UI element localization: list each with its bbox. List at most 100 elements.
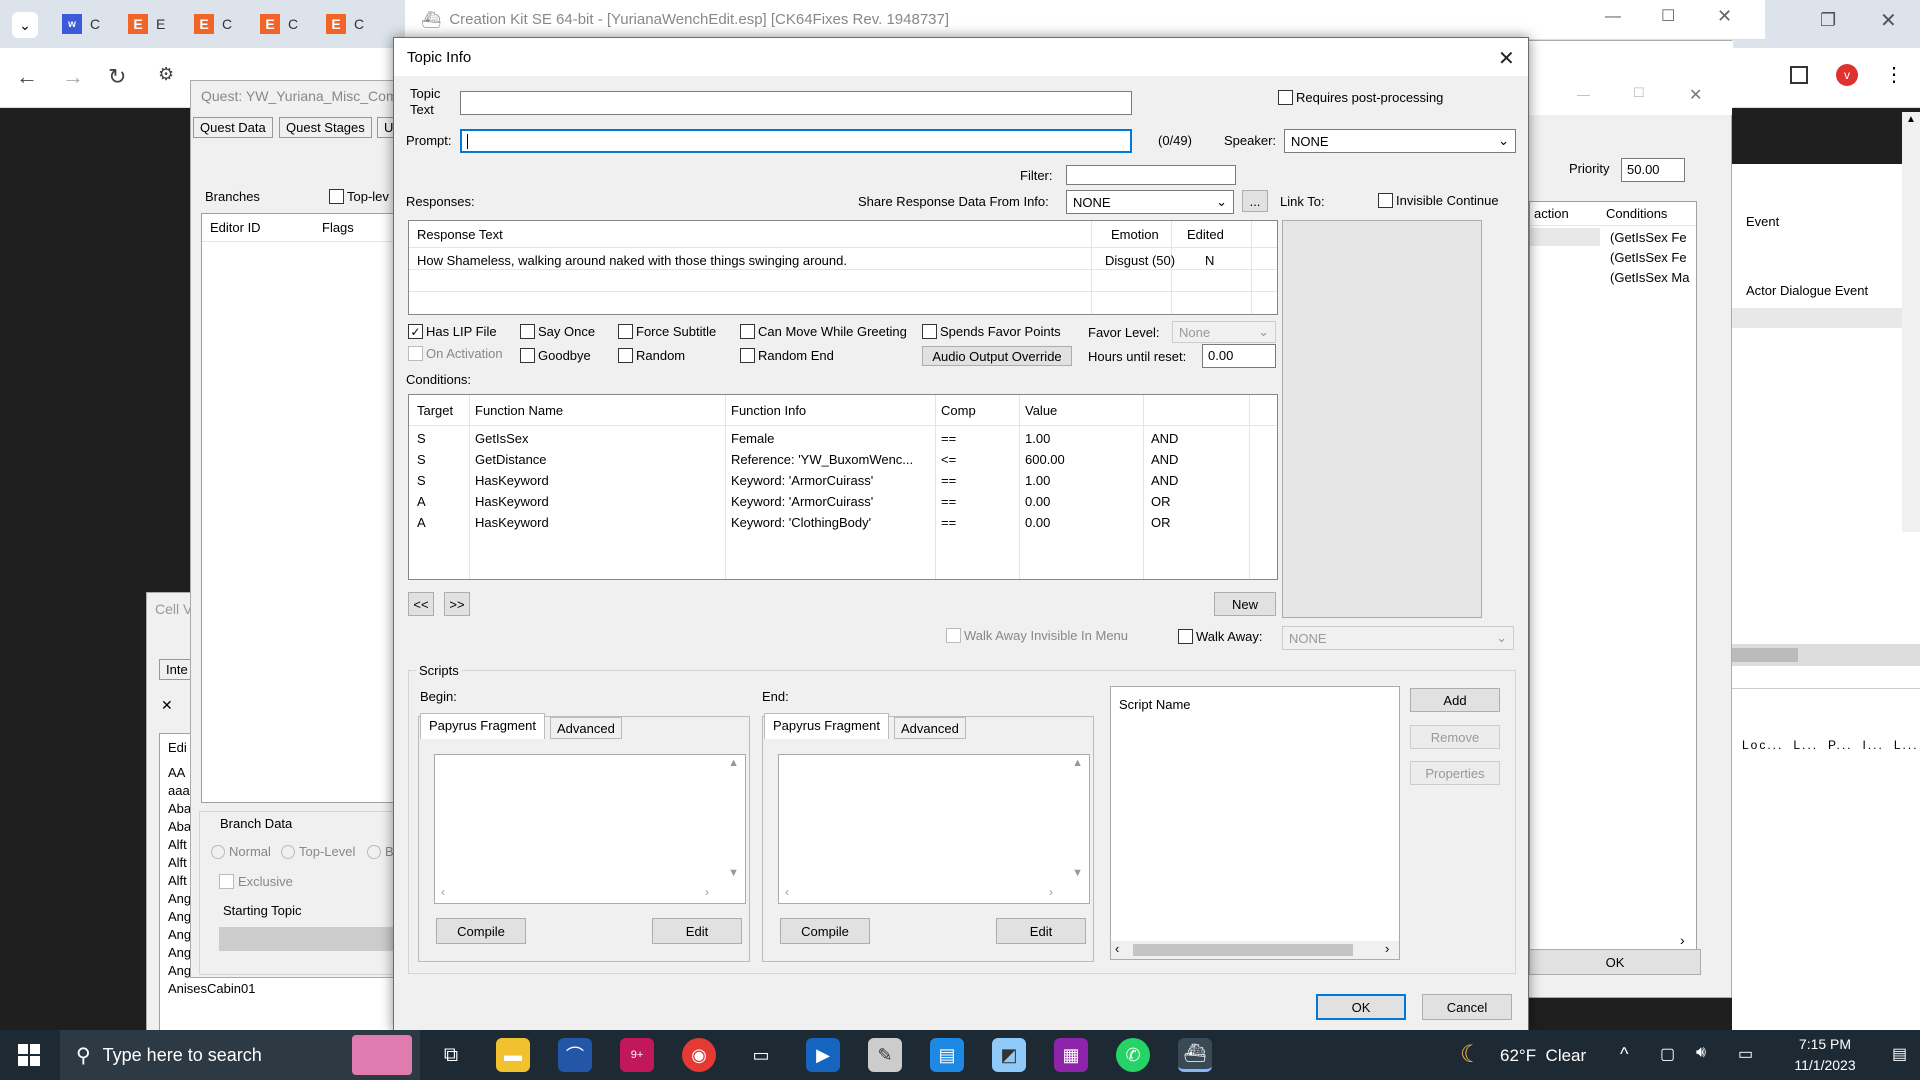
checkbox[interactable] [329,189,344,204]
browser-tab[interactable]: wC [52,8,118,40]
end-edit-button[interactable]: Edit [996,918,1086,944]
scrollbar-thumb[interactable] [1732,648,1798,662]
close-icon[interactable]: ✕ [161,697,173,714]
tab-advanced-end[interactable]: Advanced [894,717,966,739]
column-emotion[interactable]: Emotion [1111,227,1159,242]
checkbox[interactable] [618,348,633,363]
response-emotion-cell[interactable]: Disgust (50) [1105,253,1175,268]
move-down-button[interactable]: >> [444,592,470,616]
link-to-list[interactable] [1282,220,1482,618]
taskbar-search[interactable]: ⚲ Type here to search [60,1030,420,1080]
walk-away-invisible-check[interactable]: Walk Away Invisible In Menu [946,628,1128,643]
column-action[interactable]: action [1534,206,1569,221]
maximize-icon[interactable]: ☐ [1633,85,1645,101]
cond-comp-cell[interactable]: == [941,473,956,488]
cond-function-info-cell[interactable]: Reference: 'YW_BuxomWenc... [731,452,913,467]
app-icon[interactable]: ▤ [930,1038,964,1072]
site-info-icon[interactable]: ⚙ [158,64,174,85]
scrollbar[interactable]: ▲ [1902,112,1920,532]
checkbox[interactable] [1378,193,1393,208]
radio-toplevel[interactable]: Top-Level [281,844,355,859]
toplevel-check[interactable]: Top-lev [329,189,389,204]
on-activation-check[interactable]: On Activation [408,346,503,361]
chrome-icon[interactable]: ◉ [682,1038,716,1072]
close-icon[interactable]: ✕ [1717,6,1732,27]
tab-search-button[interactable]: ⌄ [12,12,38,38]
end-script-editor[interactable]: ▲ ▼ ‹ › [778,754,1090,904]
branches-list[interactable]: Editor ID Flags [201,213,421,803]
column-header[interactable]: L... [1793,738,1818,752]
column-function-info[interactable]: Function Info [731,403,806,418]
column-function-name[interactable]: Function Name [475,403,563,418]
walk-away-select[interactable]: NONE ⌄ [1282,626,1514,650]
scroll-up-icon[interactable]: ▲ [1072,757,1083,769]
extension-icon[interactable]: v [1836,64,1858,86]
cond-function-name-cell[interactable]: GetIsSex [475,431,528,446]
browser-tab[interactable]: EC [250,8,316,40]
priority-input[interactable]: 50.00 [1621,158,1685,182]
starting-topic-select[interactable] [219,927,419,951]
topic-text-input[interactable] [460,91,1132,115]
scroll-right-icon[interactable]: › [1049,885,1053,899]
tab-quest-stages[interactable]: Quest Stages [279,117,372,138]
checkbox[interactable] [520,324,535,339]
column-script-name[interactable]: Script Name [1119,697,1191,712]
creation-kit-icon[interactable]: ⛴ [1178,1038,1212,1072]
scroll-up-icon[interactable]: ▲ [728,757,739,769]
scrollbar-thumb[interactable] [1133,944,1353,956]
cond-function-name-cell[interactable]: HasKeyword [475,473,549,488]
app-icon[interactable]: ▭ [744,1038,778,1072]
task-view-icon[interactable]: ⧉ [434,1038,468,1072]
cond-function-name-cell[interactable]: HasKeyword [475,494,549,509]
scroll-down-icon[interactable]: ▼ [1072,867,1083,879]
cond-target-cell[interactable]: S [417,431,426,446]
scroll-left-icon[interactable]: ‹ [441,885,445,899]
maximize-icon[interactable]: ☐ [1661,6,1675,26]
begin-script-editor[interactable]: ▲ ▼ ‹ › [434,754,746,904]
conditions-list[interactable]: Target Function Name Function Info Comp … [408,394,1278,580]
scroll-left-icon[interactable]: ‹ [1115,941,1119,956]
goodbye-check[interactable]: Goodbye [520,348,591,363]
minimize-icon[interactable]: — [1577,87,1590,102]
hours-until-reset-input[interactable]: 0.00 [1202,344,1276,368]
end-compile-button[interactable]: Compile [780,918,870,944]
cond-operator-cell[interactable]: OR [1151,515,1171,530]
info-list[interactable]: action Conditions (GetIsSex Fe (GetIsSex… [1529,201,1697,953]
network-icon[interactable]: ▭ [1738,1044,1753,1064]
checkbox[interactable] [1278,90,1293,105]
column-header[interactable]: Edi [168,740,187,755]
back-icon[interactable]: ← [16,64,38,90]
checkbox[interactable] [946,628,961,643]
random-end-check[interactable]: Random End [740,348,834,363]
audio-output-override-button[interactable]: Audio Output Override [922,346,1072,366]
scroll-down-icon[interactable]: ▼ [728,867,739,879]
app-icon[interactable]: ✎ [868,1038,902,1072]
cond-function-info-cell[interactable]: Female [731,431,774,446]
chevron-up-icon[interactable]: ^ [1620,1044,1628,1065]
properties-button[interactable]: Properties [1410,761,1500,785]
cond-target-cell[interactable]: A [417,494,426,509]
checkbox[interactable] [740,348,755,363]
cond-function-info-cell[interactable]: Keyword: 'ClothingBody' [731,515,871,530]
ok-button[interactable]: OK [1529,949,1701,975]
restore-icon[interactable]: ❐ [1820,10,1836,31]
new-condition-button[interactable]: New [1214,592,1276,616]
checkbox[interactable] [520,348,535,363]
cond-comp-cell[interactable]: == [941,515,956,530]
cond-value-cell[interactable]: 600.00 [1025,452,1065,467]
cond-function-info-cell[interactable]: Keyword: 'ArmorCuirass' [731,494,873,509]
requires-post-processing-check[interactable]: Requires post-processing [1278,90,1443,105]
tab-advanced-begin[interactable]: Advanced [550,717,622,739]
cond-function-name-cell[interactable]: HasKeyword [475,515,549,530]
zoom-icon[interactable]: ▶ [806,1038,840,1072]
begin-compile-button[interactable]: Compile [436,918,526,944]
column-header[interactable]: L... [1894,738,1919,752]
browser-tab[interactable]: EE [118,8,184,40]
invisible-continue-check[interactable]: Invisible Continue [1378,193,1499,208]
cond-value-cell[interactable]: 1.00 [1025,431,1050,446]
say-once-check[interactable]: Say Once [520,324,595,339]
sidebar-icon[interactable] [1790,66,1808,84]
weather-text[interactable]: 62°F Clear [1500,1046,1586,1066]
share-response-select[interactable]: NONE ⌄ [1066,190,1234,214]
device-icon[interactable]: ▢ [1660,1044,1675,1064]
